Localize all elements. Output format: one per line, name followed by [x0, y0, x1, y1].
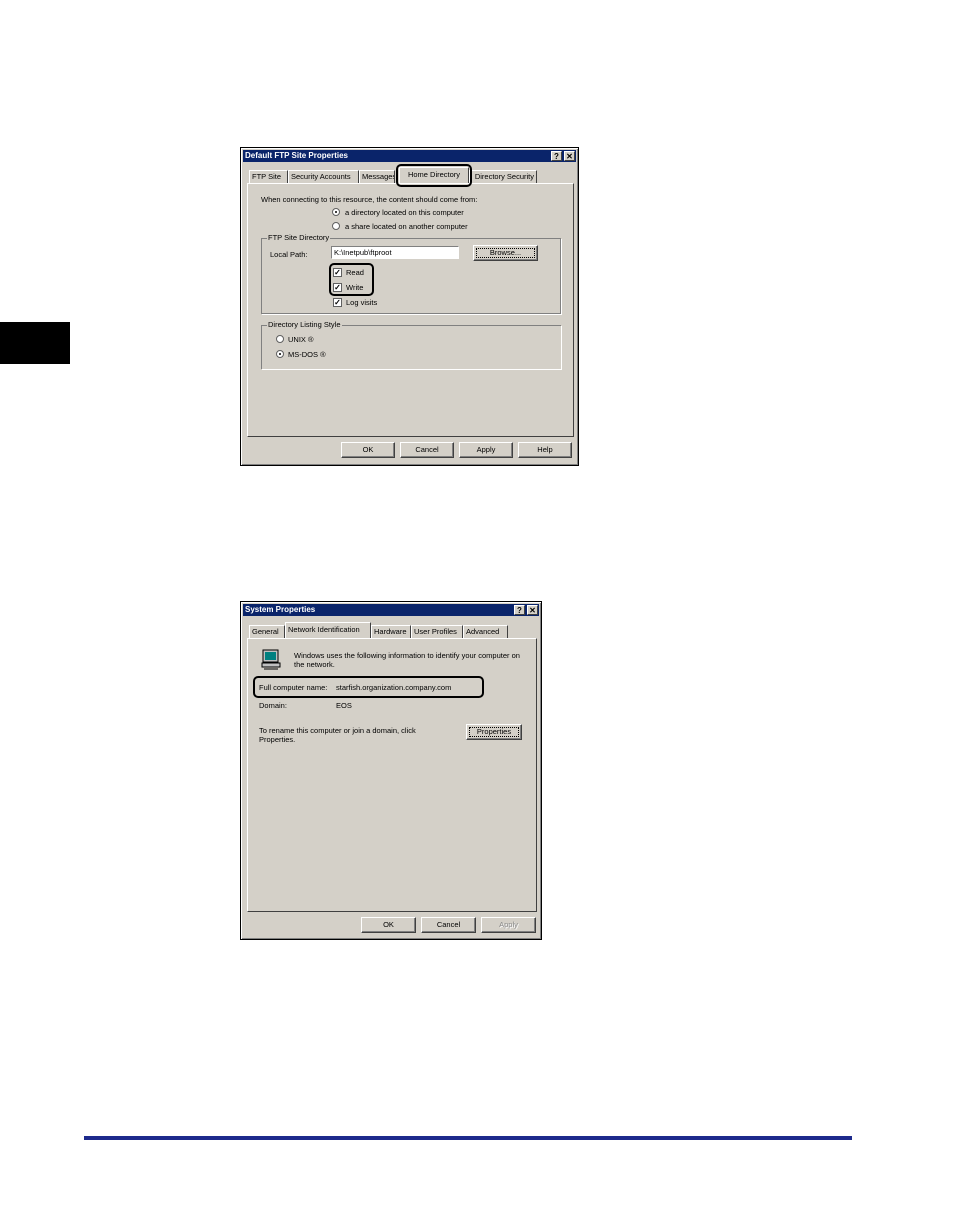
radio-network-share-label: a share located on another computer — [345, 222, 468, 231]
radio-unix[interactable] — [276, 335, 284, 343]
help-button[interactable]: ? — [514, 605, 525, 615]
cancel-button[interactable]: Cancel — [421, 917, 476, 933]
apply-button[interactable]: Apply — [481, 917, 536, 933]
tab-general[interactable]: General — [249, 625, 285, 638]
system-properties-dialog: System Properties ? ✕ General Network Id… — [240, 601, 542, 940]
radio-local-directory-label: a directory located on this computer — [345, 208, 464, 217]
computer-icon — [260, 649, 282, 671]
ftp-site-directory-label: FTP Site Directory — [267, 233, 331, 242]
sys-tab-panel: Windows uses the following information t… — [247, 638, 537, 912]
domain-label: Domain: — [259, 701, 287, 710]
radio-local-directory[interactable] — [332, 208, 340, 216]
radio-ms-dos[interactable] — [276, 350, 284, 358]
properties-button[interactable]: Properties — [466, 724, 522, 740]
tab-ftp-site[interactable]: FTP Site — [249, 170, 288, 183]
radio-network-share[interactable] — [332, 222, 340, 230]
domain-value: EOS — [336, 701, 352, 710]
close-icon[interactable]: ✕ — [527, 605, 538, 615]
local-path-input[interactable]: K:\Inetpub\ftproot — [331, 246, 459, 259]
tab-messages[interactable]: Messages — [359, 170, 395, 183]
ftp-site-properties-dialog: Default FTP Site Properties ? ✕ FTP Site… — [240, 147, 579, 466]
radio-unix-label: UNIX ® — [288, 335, 314, 344]
home-directory-callout — [396, 164, 472, 187]
full-name-callout — [253, 676, 484, 698]
cancel-button[interactable]: Cancel — [400, 442, 454, 458]
ok-button[interactable]: OK — [361, 917, 416, 933]
permissions-callout — [329, 263, 374, 296]
directory-listing-style-label: Directory Listing Style — [267, 320, 342, 329]
network-intro-text: Windows uses the following information t… — [294, 651, 520, 669]
directory-listing-style-group — [261, 325, 561, 369]
apply-button[interactable]: Apply — [459, 442, 513, 458]
rename-instructions-text: To rename this computer or join a domain… — [259, 726, 416, 744]
tab-advanced[interactable]: Advanced — [463, 625, 508, 638]
ftp-dialog-titlebar: Default FTP Site Properties ? ✕ — [243, 150, 576, 162]
close-icon[interactable]: ✕ — [564, 151, 575, 161]
sys-dialog-titlebar: System Properties ? ✕ — [243, 604, 539, 616]
local-path-label: Local Path: — [270, 250, 308, 259]
tab-network-identification[interactable]: Network Identification — [285, 622, 371, 638]
help-button[interactable]: ? — [551, 151, 562, 161]
ftp-dialog-title: Default FTP Site Properties — [245, 151, 348, 160]
tab-user-profiles[interactable]: User Profiles — [411, 625, 463, 638]
ok-button[interactable]: OK — [341, 442, 395, 458]
ftp-tab-panel: When connecting to this resource, the co… — [247, 183, 574, 437]
tab-directory-security[interactable]: Directory Security — [469, 170, 537, 183]
tab-hardware[interactable]: Hardware — [371, 625, 411, 638]
chapter-tab-marker — [0, 322, 70, 364]
source-intro-text: When connecting to this resource, the co… — [261, 195, 478, 204]
sys-dialog-title: System Properties — [245, 605, 316, 614]
log-visits-label: Log visits — [346, 298, 378, 307]
browse-button[interactable]: Browse... — [473, 245, 538, 261]
tab-security-accounts[interactable]: Security Accounts — [288, 170, 359, 183]
footer-rule — [84, 1136, 852, 1140]
log-visits-checkbox[interactable]: ✓ — [333, 298, 342, 307]
help-dialog-button[interactable]: Help — [518, 442, 572, 458]
radio-ms-dos-label: MS-DOS ® — [288, 350, 326, 359]
